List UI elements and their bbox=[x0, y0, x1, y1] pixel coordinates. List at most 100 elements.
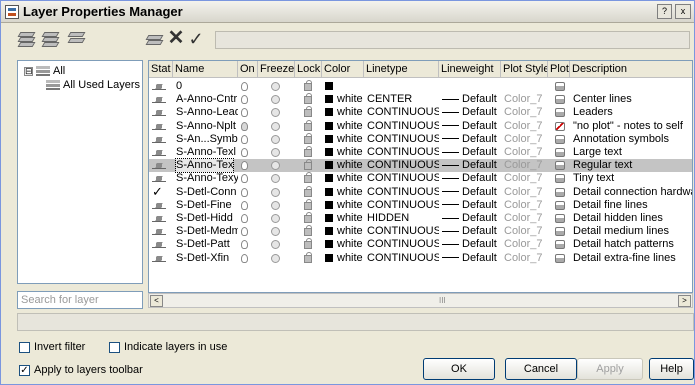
layer-name-cell[interactable]: A-Anno-Cntr bbox=[176, 93, 238, 106]
layer-on-cell[interactable] bbox=[241, 120, 258, 133]
column-header-on[interactable]: On bbox=[238, 61, 258, 78]
layer-plot-cell[interactable] bbox=[551, 238, 570, 251]
layer-lock-cell[interactable] bbox=[298, 159, 322, 172]
layer-on-cell[interactable] bbox=[241, 133, 258, 146]
layer-name-cell[interactable]: 0 bbox=[176, 80, 238, 93]
close-title-button[interactable]: x bbox=[675, 4, 691, 19]
tree-item-all-used-layers[interactable]: All Used Layers bbox=[46, 79, 140, 91]
layer-freeze-cell[interactable] bbox=[261, 133, 295, 146]
layer-lineweight-cell[interactable]: Default bbox=[442, 146, 501, 159]
indicate-in-use-option[interactable]: Indicate layers in use bbox=[109, 341, 227, 353]
layer-plot-cell[interactable] bbox=[551, 120, 570, 133]
filter-tree-panel[interactable]: ⊟ All All Used Layers bbox=[17, 60, 143, 284]
apply-button[interactable]: Apply bbox=[577, 358, 643, 380]
layer-lineweight-cell[interactable]: Default bbox=[442, 252, 501, 265]
layer-linetype-cell[interactable] bbox=[367, 80, 439, 93]
layer-status-cell[interactable] bbox=[152, 238, 173, 251]
layer-description-cell[interactable]: Center lines bbox=[573, 93, 692, 106]
indicate-in-use-checkbox[interactable] bbox=[109, 341, 120, 353]
layer-freeze-cell[interactable] bbox=[261, 93, 295, 106]
layer-color-cell[interactable]: white bbox=[325, 212, 364, 225]
layer-row[interactable]: S-Detl-Medm white CONTINUOUS Default Color_7… bbox=[149, 225, 692, 238]
layer-on-cell[interactable] bbox=[241, 252, 258, 265]
new-property-filter-icon[interactable] bbox=[17, 29, 37, 49]
search-layer-input[interactable]: Search for layer bbox=[17, 291, 143, 309]
layer-linetype-cell[interactable]: HIDDEN bbox=[367, 212, 439, 225]
layer-linetype-cell[interactable]: CONTINUOUS bbox=[367, 120, 439, 133]
layer-color-cell[interactable]: white bbox=[325, 133, 364, 146]
layer-name-cell[interactable]: S-Anno-Lead bbox=[176, 106, 238, 119]
layer-description-cell[interactable]: Detail fine lines bbox=[573, 199, 692, 212]
layer-freeze-cell[interactable] bbox=[261, 146, 295, 159]
layer-plot-cell[interactable] bbox=[551, 133, 570, 146]
layer-row[interactable]: S-Anno-Texl white CONTINUOUS Default Color_7… bbox=[149, 146, 692, 159]
layer-lineweight-cell[interactable]: Default bbox=[442, 172, 501, 185]
layer-description-cell[interactable]: Detail hatch patterns bbox=[573, 238, 692, 251]
layer-plot-cell[interactable] bbox=[551, 225, 570, 238]
layer-lock-cell[interactable] bbox=[298, 212, 322, 225]
layer-row[interactable]: S-Detl-Xfin white CONTINUOUS Default Color_7… bbox=[149, 251, 692, 265]
column-header-lineweight[interactable]: Lineweight bbox=[439, 61, 501, 78]
layer-on-cell[interactable] bbox=[241, 80, 258, 93]
layer-lock-cell[interactable] bbox=[298, 132, 322, 146]
column-header-freeze[interactable]: Freeze bbox=[258, 61, 295, 78]
layer-lineweight-cell[interactable] bbox=[442, 80, 501, 93]
layer-plot-cell[interactable] bbox=[551, 146, 570, 159]
layer-row[interactable]: A-Anno-Cntr white CENTER Default Color_7 Cent… bbox=[149, 93, 692, 106]
layer-linetype-cell[interactable]: CONTINUOUS bbox=[367, 159, 439, 172]
layer-name-cell[interactable]: S-Detl-Patt bbox=[176, 238, 238, 251]
layer-name-cell[interactable]: S-Detl-Conn bbox=[176, 186, 238, 199]
layer-linetype-cell[interactable]: CONTINUOUS bbox=[367, 106, 439, 119]
layer-status-cell[interactable] bbox=[152, 199, 173, 212]
column-header-linetype[interactable]: Linetype bbox=[364, 61, 439, 78]
layer-lineweight-cell[interactable]: Default bbox=[442, 186, 501, 199]
layer-on-cell[interactable] bbox=[241, 159, 258, 172]
layer-row[interactable]: ✓ S-Detl-Conn white CONTINUOUS Default Color_… bbox=[149, 185, 692, 199]
layer-color-cell[interactable]: white bbox=[325, 199, 364, 212]
layer-lineweight-cell[interactable]: Default bbox=[442, 225, 501, 238]
column-header-name[interactable]: Name bbox=[173, 61, 238, 78]
cancel-button[interactable]: Cancel bbox=[505, 358, 577, 380]
layer-color-cell[interactable]: white bbox=[325, 252, 364, 265]
layer-description-cell[interactable]: Detail connection hardware bbox=[573, 186, 692, 199]
layer-freeze-cell[interactable] bbox=[261, 252, 295, 265]
column-header-description[interactable]: Description bbox=[570, 61, 692, 78]
layer-status-cell[interactable] bbox=[152, 133, 173, 146]
layer-description-cell[interactable]: Annotation symbols bbox=[573, 133, 692, 146]
layer-lock-cell[interactable] bbox=[298, 80, 322, 93]
layer-on-cell[interactable] bbox=[241, 106, 258, 119]
layer-lineweight-cell[interactable]: Default bbox=[442, 106, 501, 119]
layer-color-cell[interactable]: white bbox=[325, 146, 364, 159]
layer-row[interactable]: S-Detl-Patt white CONTINUOUS Default Color_7… bbox=[149, 238, 692, 251]
layer-name-cell[interactable]: S-Detl-Hidd bbox=[176, 212, 238, 225]
layer-status-cell[interactable] bbox=[152, 106, 173, 119]
layer-on-cell[interactable] bbox=[241, 212, 258, 225]
layer-on-cell[interactable] bbox=[241, 93, 258, 106]
layer-status-cell[interactable] bbox=[152, 80, 173, 93]
layer-plot-cell[interactable] bbox=[551, 186, 570, 199]
layer-color-cell[interactable]: white bbox=[325, 172, 364, 185]
layer-description-cell[interactable]: "no plot" - notes to self bbox=[573, 120, 692, 133]
layer-freeze-cell[interactable] bbox=[261, 186, 295, 199]
layer-on-cell[interactable] bbox=[241, 172, 258, 185]
layer-linetype-cell[interactable]: CONTINUOUS bbox=[367, 133, 439, 146]
layer-on-cell[interactable] bbox=[241, 238, 258, 251]
layer-plot-cell[interactable] bbox=[551, 106, 570, 119]
layer-color-cell[interactable]: white bbox=[325, 120, 364, 133]
layer-status-cell[interactable] bbox=[152, 252, 173, 265]
layer-on-cell[interactable] bbox=[241, 225, 258, 238]
layer-lineweight-cell[interactable]: Default bbox=[442, 120, 501, 133]
layer-color-cell[interactable]: white bbox=[325, 106, 364, 119]
layer-lock-cell[interactable] bbox=[298, 225, 322, 238]
layer-plot-cell[interactable] bbox=[551, 80, 570, 93]
layer-status-cell[interactable]: ✓ bbox=[152, 186, 173, 199]
layer-plot-cell[interactable] bbox=[551, 172, 570, 185]
help-title-button[interactable]: ? bbox=[657, 4, 672, 19]
ok-button[interactable]: OK bbox=[423, 358, 495, 380]
layer-plot-cell[interactable] bbox=[551, 199, 570, 212]
layer-row[interactable]: S-Detl-Hidd white HIDDEN Default Color_7 Deta… bbox=[149, 212, 692, 225]
layer-lineweight-cell[interactable]: Default bbox=[442, 93, 501, 106]
layer-color-cell[interactable]: white bbox=[325, 159, 364, 172]
collapse-box-icon[interactable]: ⊟ bbox=[24, 66, 33, 76]
column-header-plot-style[interactable]: Plot Style bbox=[501, 61, 548, 78]
